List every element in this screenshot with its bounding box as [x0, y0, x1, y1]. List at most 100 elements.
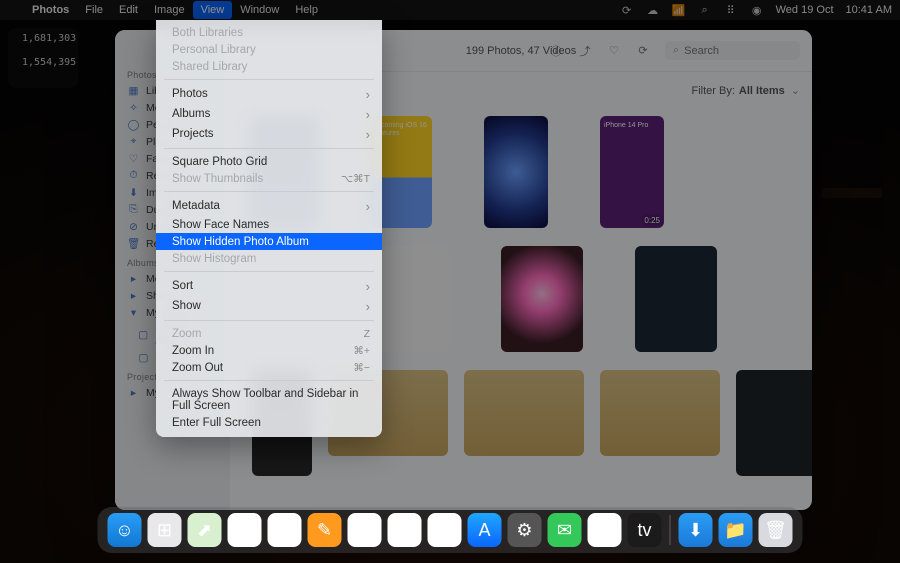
thumb-group-photo-3[interactable]: [600, 370, 720, 456]
search-icon: ⌕: [673, 44, 679, 57]
menu-item-square-photo-grid[interactable]: Square Photo Grid: [156, 153, 382, 170]
menu-item-photos[interactable]: Photos: [156, 84, 382, 104]
menu-item-label: Show: [172, 300, 201, 312]
menu-item-sort[interactable]: Sort: [156, 276, 382, 296]
menu-image[interactable]: Image: [146, 1, 193, 19]
filter-control[interactable]: Filter By: All Items: [692, 84, 800, 97]
dock-brave[interactable]: ◯: [348, 513, 382, 547]
dock-apple-tv[interactable]: tv: [628, 513, 662, 547]
thumb-iphone14pro[interactable]: iPhone 14 Pro 0:25: [600, 116, 664, 228]
favorite-icon[interactable]: ♡: [607, 44, 621, 58]
sidebar-item-icon: ▦: [127, 84, 140, 97]
dock-settings[interactable]: ⚙: [508, 513, 542, 547]
menu-item-show-face-names[interactable]: Show Face Names: [156, 216, 382, 233]
thumb-group-photo-2[interactable]: [464, 370, 584, 456]
menu-item-projects[interactable]: Projects: [156, 124, 382, 144]
menu-item-albums[interactable]: Albums: [156, 104, 382, 124]
dock-separator: [670, 515, 671, 545]
menu-item-shortcut: ⌘−: [353, 362, 370, 374]
menu-item-zoom-in[interactable]: Zoom In ⌘+: [156, 342, 382, 359]
menu-edit[interactable]: Edit: [111, 1, 146, 19]
menu-item-personal-library: Personal Library: [156, 41, 382, 58]
thumb-bowie-portrait[interactable]: [635, 246, 717, 352]
sidebar-item-icon: ▢: [137, 351, 150, 364]
menu-item-label: Projects: [172, 128, 214, 140]
thumb-cherry-blossom[interactable]: [501, 246, 583, 352]
dock-things[interactable]: ✔: [228, 513, 262, 547]
menu-item-shortcut: ⌘+: [353, 345, 370, 357]
app-menu[interactable]: Photos: [24, 1, 77, 19]
dock-chrome[interactable]: ◯: [428, 513, 462, 547]
menu-item-metadata[interactable]: Metadata: [156, 196, 382, 216]
control-center-icon[interactable]: ⠿: [724, 3, 738, 17]
menu-item-label: Show Hidden Photo Album: [172, 236, 309, 248]
dock: ☺⊞⬈✔≣✎◯✱◯A⚙✉✿tv⬇📁🗑: [98, 507, 803, 553]
dock-maps[interactable]: ⬈: [188, 513, 222, 547]
dock-pages[interactable]: ✎: [308, 513, 342, 547]
bg-number-a: 1,681,303: [22, 33, 76, 44]
chevron-right-icon: [366, 279, 370, 294]
menu-item-show[interactable]: Show: [156, 296, 382, 316]
menu-item-enter-full-screen[interactable]: Enter Full Screen: [156, 414, 382, 431]
sidebar-item-icon: ⊘: [127, 220, 140, 233]
menubar-time[interactable]: 10:41 AM: [846, 4, 892, 16]
rotate-icon[interactable]: ⟳: [636, 44, 650, 58]
dock-safari[interactable]: ✱: [388, 513, 422, 547]
thumb-title: iPhone 14 Pro: [604, 122, 648, 130]
spotlight-icon[interactable]: ⌕: [698, 3, 712, 17]
wifi-icon[interactable]: 📶: [672, 3, 686, 17]
dock-messages[interactable]: ✉: [548, 513, 582, 547]
menu-item-label: Zoom: [172, 328, 201, 340]
sync-icon[interactable]: ⟳: [620, 3, 634, 17]
menu-help[interactable]: Help: [287, 1, 326, 19]
menu-view[interactable]: View: [193, 1, 233, 19]
video-duration: 0:25: [644, 216, 660, 225]
sidebar-item-icon: ◯: [127, 118, 140, 131]
menu-bar: Photos FileEditImageViewWindowHelp ⟳ ☁ 📶…: [0, 0, 900, 20]
dock-launchpad[interactable]: ⊞: [148, 513, 182, 547]
menu-item-label: Personal Library: [172, 44, 256, 56]
menu-item-shortcut: ⌥⌘T: [341, 173, 370, 185]
dock-folder[interactable]: 📁: [719, 513, 753, 547]
menu-item-zoom-out[interactable]: Zoom Out⌘−: [156, 359, 382, 376]
menu-separator: [164, 271, 374, 272]
dock-finder[interactable]: ☺: [108, 513, 142, 547]
menu-separator: [164, 148, 374, 149]
menu-item-label: Photos: [172, 88, 208, 100]
dock-downloads[interactable]: ⬇: [679, 513, 713, 547]
menu-item-always-show-toolbar-and-sidebar-in-full-screen[interactable]: Always Show Toolbar and Sidebar in Full …: [156, 385, 382, 414]
thumb-blue-orb[interactable]: [484, 116, 548, 228]
menu-item-show-thumbnails: Show Thumbnails ⌥⌘T: [156, 170, 382, 187]
menu-item-label: Shared Library: [172, 61, 247, 73]
share-icon[interactable]: ⤴: [578, 44, 592, 58]
menu-item-label: Both Libraries: [172, 27, 243, 39]
menu-item-zoom: ZoomZ: [156, 325, 382, 342]
menu-item-label: Show Thumbnails: [172, 173, 263, 185]
sidebar-item-icon: ▸: [127, 272, 140, 285]
menu-item-show-hidden-photo-album[interactable]: Show Hidden Photo Album: [156, 233, 382, 250]
menu-item-label: Zoom In: [172, 345, 214, 357]
dock-notes[interactable]: ≣: [268, 513, 302, 547]
apple-menu[interactable]: [8, 7, 20, 13]
menu-item-label: Metadata: [172, 200, 220, 212]
sidebar-item-icon: ▾: [127, 306, 140, 319]
bg-number-b: 1,554,395: [22, 57, 76, 68]
menu-item-label: Sort: [172, 280, 193, 292]
cloud-icon[interactable]: ☁: [646, 3, 660, 17]
sidebar-item-icon: ⏱: [127, 169, 140, 182]
search-input[interactable]: [684, 45, 792, 57]
dock-trash[interactable]: 🗑: [759, 513, 793, 547]
menu-file[interactable]: File: [77, 1, 111, 19]
search-field[interactable]: ⌕: [665, 41, 800, 60]
dock-appstore[interactable]: A: [468, 513, 502, 547]
dock-photos[interactable]: ✿: [588, 513, 622, 547]
menu-item-label: Show Face Names: [172, 219, 269, 231]
siri-icon[interactable]: ◉: [750, 3, 764, 17]
sidebar-item-icon: ⌖: [127, 135, 140, 148]
menu-item-show-histogram: Show Histogram: [156, 250, 382, 267]
thumb-gallery-room[interactable]: [736, 370, 812, 476]
sidebar-item-icon: 🗑: [127, 237, 140, 250]
menubar-date[interactable]: Wed 19 Oct: [776, 4, 834, 16]
filter-value: All Items: [739, 85, 785, 97]
menu-window[interactable]: Window: [232, 1, 287, 19]
